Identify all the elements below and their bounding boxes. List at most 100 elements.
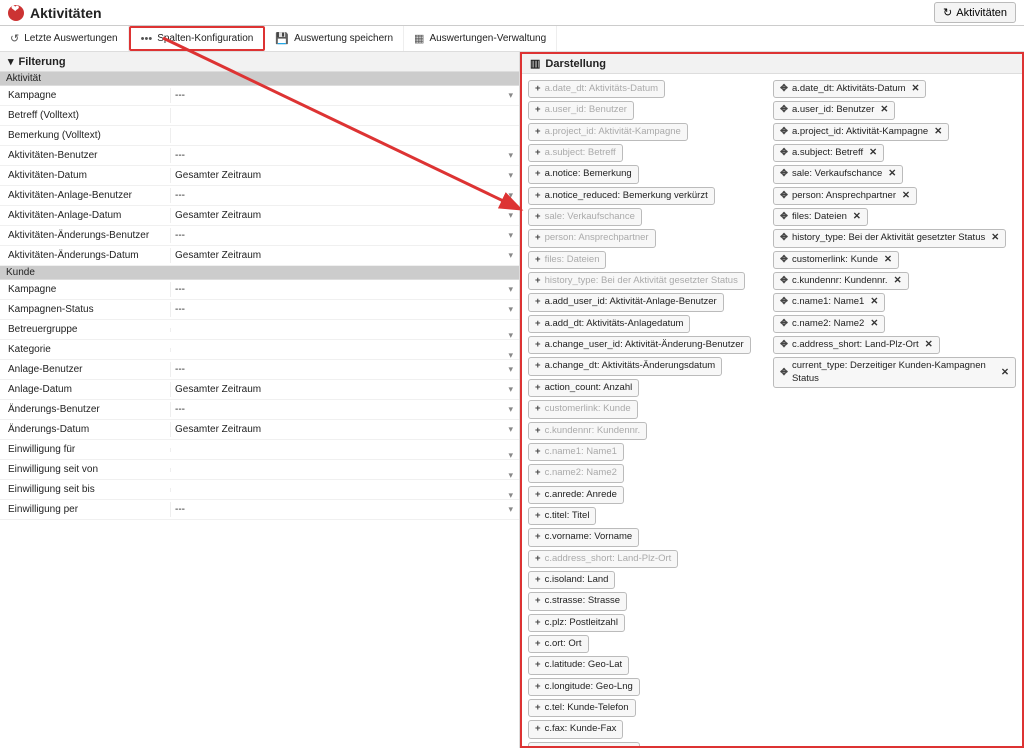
filter-row: Aktivitäten-Anlage-Benutzer--- <box>0 186 519 206</box>
filter-select[interactable]: Gesamter Zeitraum <box>171 382 519 397</box>
tag-label: a.add_dt: Aktivitäts-Anlagedatum <box>545 318 684 330</box>
tag-label: a.date_dt: Aktivitäts-Datum <box>792 83 906 95</box>
available-column-tag[interactable]: +a.add_dt: Aktivitäts-Anlagedatum <box>528 315 690 333</box>
available-column-tag[interactable]: +a.change_dt: Aktivitäts-Änderungsdatum <box>528 357 722 375</box>
available-column-tag[interactable]: +c.fax: Kunde-Fax <box>528 720 623 738</box>
available-column-tag[interactable]: +c.plz: Postleitzahl <box>528 614 625 632</box>
available-column-tag: +a.project_id: Aktivität-Kampagne <box>528 123 688 141</box>
filter-select[interactable]: Gesamter Zeitraum <box>171 248 519 263</box>
available-column-tag: +files: Dateien <box>528 251 606 269</box>
selected-column-tag[interactable]: ✥a.subject: Betreff✕ <box>773 144 884 162</box>
filter-select-value: --- <box>171 402 519 417</box>
filter-select[interactable]: --- <box>171 188 519 203</box>
remove-icon[interactable]: ✕ <box>888 168 896 180</box>
remove-icon[interactable]: ✕ <box>934 126 942 138</box>
selected-column-tag[interactable]: ✥customerlink: Kunde✕ <box>773 251 899 269</box>
remove-icon[interactable]: ✕ <box>870 318 878 330</box>
filter-select[interactable]: --- <box>171 148 519 163</box>
available-column-tag[interactable]: +a.notice: Bemerkung <box>528 165 639 183</box>
filter-select[interactable]: --- <box>171 502 519 517</box>
filter-select-value: --- <box>171 502 519 517</box>
filter-select[interactable] <box>171 468 519 472</box>
toolbar-item[interactable]: •••Spalten-Konfiguration <box>129 26 266 51</box>
available-column-tag[interactable]: +c.mobil: Kunde-Mobil <box>528 742 640 748</box>
available-column-tag[interactable]: +c.isoland: Land <box>528 571 615 589</box>
available-column-tag[interactable]: +c.anrede: Anrede <box>528 486 624 504</box>
available-column-tag[interactable]: +c.latitude: Geo-Lat <box>528 656 629 674</box>
available-column-tag: +history_type: Bei der Aktivität gesetzt… <box>528 272 745 290</box>
drag-icon: ✥ <box>780 318 788 330</box>
tag-label: customerlink: Kunde <box>545 403 631 415</box>
selected-column-tag[interactable]: ✥current_type: Derzeitiger Kunden-Kampag… <box>773 357 1016 388</box>
tag-label: c.address_short: Land-Plz-Ort <box>545 553 672 565</box>
selected-column-tag[interactable]: ✥person: Ansprechpartner✕ <box>773 187 917 205</box>
filter-select[interactable]: --- <box>171 88 519 103</box>
available-column-tag[interactable]: +c.tel: Kunde-Telefon <box>528 699 636 717</box>
filter-select[interactable] <box>171 348 519 352</box>
plus-icon: + <box>535 595 541 607</box>
tag-label: a.project_id: Aktivität-Kampagne <box>792 126 928 138</box>
drag-icon: ✥ <box>780 367 788 379</box>
filter-select[interactable]: --- <box>171 402 519 417</box>
selected-column-tag[interactable]: ✥a.user_id: Benutzer✕ <box>773 101 895 119</box>
remove-icon[interactable]: ✕ <box>902 190 910 202</box>
selected-column-tag[interactable]: ✥history_type: Bei der Aktivität gesetzt… <box>773 229 1006 247</box>
refresh-button[interactable]: ↻ Aktivitäten <box>934 2 1016 23</box>
selected-column-tag[interactable]: ✥c.name2: Name2✕ <box>773 315 885 333</box>
filter-input[interactable] <box>171 128 519 143</box>
drag-icon: ✥ <box>780 83 788 95</box>
filter-select[interactable]: Gesamter Zeitraum <box>171 208 519 223</box>
available-column-tag[interactable]: +a.change_user_id: Aktivität-Änderung-Be… <box>528 336 751 354</box>
tag-label: history_type: Bei der Aktivität gesetzte… <box>792 232 985 244</box>
filter-select[interactable]: --- <box>171 282 519 297</box>
selected-column-tag[interactable]: ✥c.kundennr: Kundennr.✕ <box>773 272 909 290</box>
tag-label: customerlink: Kunde <box>792 254 878 266</box>
remove-icon[interactable]: ✕ <box>884 254 892 266</box>
filter-select[interactable]: --- <box>171 302 519 317</box>
filter-label: Kategorie <box>0 344 170 355</box>
filter-row: Änderungs-Benutzer--- <box>0 400 519 420</box>
filter-select[interactable]: Gesamter Zeitraum <box>171 168 519 183</box>
available-column-tag[interactable]: +c.strasse: Strasse <box>528 592 627 610</box>
filter-select[interactable]: --- <box>171 362 519 377</box>
available-column-tag[interactable]: +c.titel: Titel <box>528 507 596 525</box>
available-column-tag[interactable]: +a.notice_reduced: Bemerkung verkürzt <box>528 187 715 205</box>
selected-column-tag[interactable]: ✥ a.date_dt: Aktivitäts-Datum ✕ <box>773 80 926 98</box>
toolbar-item[interactable]: ▦Auswertungen-Verwaltung <box>404 26 557 51</box>
remove-icon[interactable]: ✕ <box>991 232 999 244</box>
available-column-tag[interactable]: +c.vorname: Vorname <box>528 528 639 546</box>
selected-column-tag[interactable]: ✥files: Dateien✕ <box>773 208 868 226</box>
filter-select[interactable] <box>171 448 519 452</box>
filter-label: Aktivitäten-Änderungs-Benutzer <box>0 230 170 241</box>
refresh-icon: ↻ <box>943 6 952 19</box>
selected-column-tag[interactable]: ✥c.name1: Name1✕ <box>773 293 885 311</box>
remove-icon[interactable]: ✕ <box>869 147 877 159</box>
remove-icon[interactable]: ✕ <box>853 211 861 223</box>
remove-icon[interactable]: ✕ <box>894 275 902 287</box>
filter-row: Aktivitäten-Änderungs-DatumGesamter Zeit… <box>0 246 519 266</box>
tag-label: a.subject: Betreff <box>792 147 863 159</box>
remove-icon[interactable]: ✕ <box>880 104 888 116</box>
available-column-tag[interactable]: +c.ort: Ort <box>528 635 589 653</box>
selected-column-tag[interactable]: ✥sale: Verkaufschance✕ <box>773 165 903 183</box>
filter-select[interactable] <box>171 328 519 332</box>
toolbar-item[interactable]: ↺Letzte Auswertungen <box>0 26 129 51</box>
selected-column-tag[interactable]: ✥c.address_short: Land-Plz-Ort✕ <box>773 336 940 354</box>
available-column-tag[interactable]: +c.longitude: Geo-Lng <box>528 678 640 696</box>
available-column-tag[interactable]: +action_count: Anzahl <box>528 379 639 397</box>
filter-select[interactable]: Gesamter Zeitraum <box>171 422 519 437</box>
tag-label: a.notice_reduced: Bemerkung verkürzt <box>545 190 708 202</box>
remove-icon[interactable]: ✕ <box>1001 367 1009 379</box>
filter-select[interactable] <box>171 488 519 492</box>
remove-icon[interactable]: ✕ <box>912 83 920 95</box>
toolbar-item[interactable]: 💾Auswertung speichern <box>265 26 404 51</box>
available-column-tag[interactable]: +a.add_user_id: Aktivität-Anlage-Benutze… <box>528 293 724 311</box>
filter-label: Änderungs-Benutzer <box>0 404 170 415</box>
remove-icon[interactable]: ✕ <box>925 339 933 351</box>
selected-column-tag[interactable]: ✥a.project_id: Aktivität-Kampagne✕ <box>773 123 949 141</box>
remove-icon[interactable]: ✕ <box>870 296 878 308</box>
available-column-tag: +a.subject: Betreff <box>528 144 623 162</box>
filter-input[interactable] <box>171 108 519 123</box>
filter-select[interactable]: --- <box>171 228 519 243</box>
tag-label: history_type: Bei der Aktivität gesetzte… <box>545 275 738 287</box>
